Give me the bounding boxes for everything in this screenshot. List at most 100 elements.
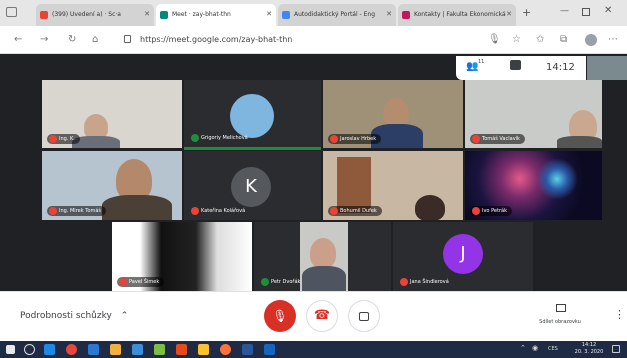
participant-name-label: Tomáš Vaclavík [470, 134, 525, 144]
video-tile[interactable]: Ivo Petrák [465, 151, 602, 220]
mic-muted-icon [400, 278, 408, 286]
video-tile[interactable]: Bohumil Dufek [323, 151, 463, 220]
search-icon[interactable] [24, 344, 35, 355]
close-icon[interactable]: ✕ [506, 10, 512, 18]
microphone-icon[interactable]: 🎙 [488, 34, 501, 45]
present-screen-label: Sdílet obrazovku [539, 319, 581, 325]
app-icon[interactable] [264, 344, 275, 355]
forward-icon[interactable]: → [40, 34, 48, 45]
store-icon[interactable] [132, 344, 143, 355]
tab-4-label: Kontakty | Fakulta Ekonomická [414, 11, 506, 18]
favorites-icon[interactable]: ✩ [536, 34, 544, 45]
windows-taskbar: ⌃ ◉ CES 14:12 20. 3. 2020 [0, 341, 627, 358]
meeting-details-button[interactable]: Podrobnosti schůzky ⌃ [20, 311, 128, 321]
address-bar-row: ← → ↻ ⌂ https://meet.google.com/zay-bhat… [0, 26, 627, 54]
app-icon[interactable] [176, 344, 187, 355]
participant-name-label: Grigoriy Melichová [189, 133, 253, 143]
microphone-off-button[interactable]: 🎙 [264, 300, 296, 332]
keyboard-language[interactable]: CES [548, 346, 558, 352]
home-icon[interactable]: ⌂ [92, 34, 98, 45]
maximize-icon[interactable] [582, 8, 590, 16]
network-icon[interactable]: ◉ [532, 344, 538, 352]
more-options-icon[interactable]: ⋮ [614, 308, 625, 321]
new-tab-icon[interactable]: + [522, 6, 531, 19]
chrome-browser-icon[interactable] [66, 344, 77, 355]
microphone-off-icon: 🎙 [272, 309, 288, 323]
notifications-icon[interactable] [612, 345, 620, 353]
firefox-browser-icon[interactable] [220, 344, 231, 355]
url-field[interactable]: https://meet.google.com/zay-bhat-thn [118, 31, 463, 49]
window-close-icon[interactable]: ✕ [604, 5, 612, 16]
participant-body [557, 136, 602, 148]
lock-icon [124, 35, 131, 43]
present-screen-button[interactable]: Sdílet obrazovku [520, 302, 600, 332]
video-tile[interactable]: Pavel Šimek [112, 222, 252, 291]
reload-icon[interactable]: ↻ [68, 34, 76, 45]
mic-muted-icon [330, 135, 338, 143]
more-menu-icon[interactable]: ⋯ [608, 34, 618, 45]
app-icon[interactable] [154, 344, 165, 355]
participant-name-label: Ing. Mirek Tomáš [47, 206, 107, 216]
leave-call-button[interactable]: ☎ [306, 300, 338, 332]
fireworks-background [535, 159, 579, 199]
url-text: https://meet.google.com/zay-bhat-thn [140, 35, 293, 44]
meet-favicon-icon [160, 11, 168, 19]
minimize-icon[interactable]: — [560, 6, 569, 16]
video-tile[interactable]: Jaroslav Hrbek [323, 80, 463, 148]
close-icon[interactable]: ✕ [144, 10, 150, 18]
video-tile[interactable]: K Kateřina Kolářová [184, 151, 321, 220]
taskbar-clock[interactable]: 14:12 20. 3. 2020 [570, 342, 608, 356]
meet-top-panel: 👥 11 14:12 [456, 56, 586, 80]
close-icon[interactable]: ✕ [386, 10, 392, 18]
participant-avatar: J [443, 234, 483, 274]
profile-avatar[interactable] [585, 34, 597, 46]
participant-name-label: Pavel Šimek [117, 277, 165, 287]
video-tile-active-speaker[interactable]: Grigoriy Melichová [184, 80, 321, 150]
collections-icon[interactable]: ⧉ [560, 34, 567, 45]
participant-name-label: Bohumil Dufek [328, 206, 382, 216]
bookmark-star-icon[interactable]: ☆ [512, 34, 521, 45]
video-tile[interactable]: Petr Dvořák [254, 222, 391, 291]
meet-control-bar: Podrobnosti schůzky ⌃ 🎙 ☎ Sdílet obrazov… [0, 291, 627, 341]
participant-avatar: K [231, 167, 271, 207]
chat-icon[interactable] [510, 60, 521, 70]
mic-muted-icon [119, 278, 127, 286]
mic-muted-icon [49, 207, 57, 215]
notes-icon[interactable] [198, 344, 209, 355]
tab-4[interactable]: Kontakty | Fakulta Ekonomická ✕ [398, 4, 516, 26]
video-tile[interactable]: Ing. K. [42, 80, 182, 148]
meet-stage: 👥 11 14:12 Ing. K. Grigoriy Melichová Ja… [0, 54, 627, 291]
edge-browser-icon[interactable] [44, 344, 55, 355]
close-icon[interactable]: ✕ [266, 10, 272, 18]
back-icon[interactable]: ← [14, 34, 22, 45]
word-icon[interactable] [242, 344, 253, 355]
tab-1[interactable]: (399) Uvedení a) · Sc·a ✕ [36, 4, 154, 26]
speaking-indicator-icon [191, 134, 199, 142]
participant-avatar [230, 94, 274, 138]
present-screen-icon [556, 304, 566, 312]
tab-1-label: (399) Uvedení a) · Sc·a [52, 11, 121, 18]
mic-muted-icon [472, 135, 480, 143]
file-explorer-icon[interactable] [110, 344, 121, 355]
windows-start-icon[interactable] [6, 345, 15, 354]
tab-3[interactable]: Autodidaktický Portál - Eng ✕ [278, 4, 396, 26]
tab-3-label: Autodidaktický Portál - Eng [294, 11, 376, 18]
speaking-indicator-icon [261, 278, 269, 286]
tab-2-label: Meet · zay-bhat-thn [172, 11, 231, 18]
mic-muted-icon [330, 207, 338, 215]
tab-2[interactable]: Meet · zay-bhat-thn ✕ [156, 4, 276, 26]
contacts-favicon-icon [402, 11, 410, 19]
participant-count: 11 [478, 59, 485, 65]
self-view-thumbnail [587, 56, 627, 80]
mail-icon[interactable] [88, 344, 99, 355]
participant-name-label: Ivo Petrák [470, 206, 512, 216]
camera-icon [359, 312, 369, 321]
video-tile[interactable]: Ing. Mirek Tomáš [42, 151, 182, 220]
people-icon[interactable]: 👥 [466, 61, 478, 72]
chevron-up-icon: ⌃ [120, 311, 129, 321]
tab-actions-icon[interactable] [6, 7, 17, 17]
tray-chevron-icon[interactable]: ⌃ [520, 344, 526, 352]
camera-button[interactable] [348, 300, 380, 332]
video-tile[interactable]: Tomáš Vaclavík [465, 80, 602, 148]
video-tile[interactable]: J Jana Šindlerová [393, 222, 533, 291]
